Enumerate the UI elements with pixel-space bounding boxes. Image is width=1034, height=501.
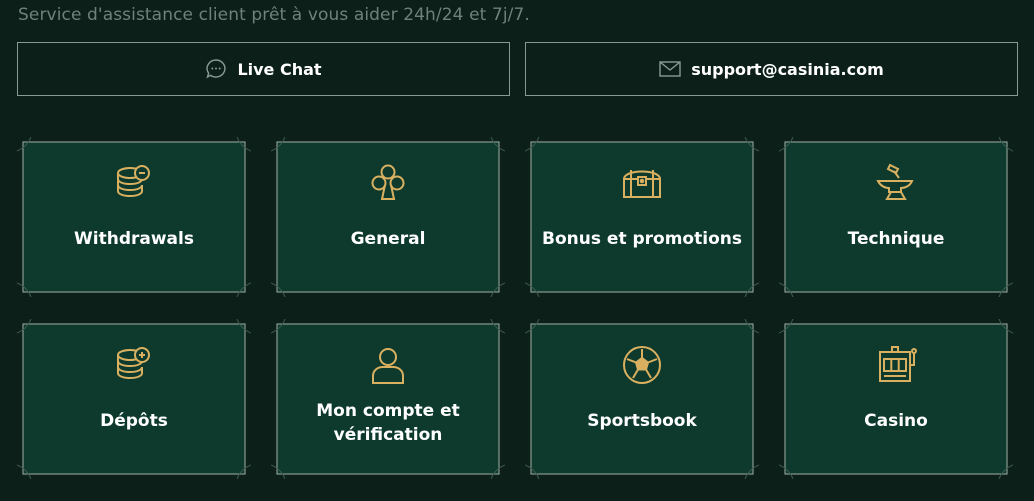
user-icon <box>271 345 505 389</box>
support-subtitle: Service d'assistance client prêt à vous … <box>18 5 530 25</box>
category-label: General <box>350 229 426 249</box>
category-card-general[interactable]: General <box>271 137 505 297</box>
chat-bubble-icon <box>205 58 227 80</box>
treasure-chest-icon <box>525 161 759 205</box>
category-card-withdrawals[interactable]: Withdrawals <box>17 137 251 297</box>
live-chat-button[interactable]: Live Chat <box>17 42 510 96</box>
category-card-account[interactable]: Mon compte et vérification <box>271 319 505 479</box>
category-label: Mon compte et vérification <box>279 399 497 447</box>
category-card-casino[interactable]: Casino <box>779 319 1013 479</box>
category-card-technique[interactable]: Technique <box>779 137 1013 297</box>
soccer-ball-icon <box>525 343 759 387</box>
email-support-button[interactable]: support@casinia.com <box>525 42 1018 96</box>
email-label: support@casinia.com <box>691 59 884 79</box>
category-label: Technique <box>847 229 945 249</box>
club-suit-icon <box>271 161 505 205</box>
coin-stack-plus-icon <box>17 343 251 387</box>
category-card-sportsbook[interactable]: Sportsbook <box>525 319 759 479</box>
category-label-line2: vérification <box>333 425 443 445</box>
category-label: Casino <box>864 411 928 431</box>
category-label-line1: Mon compte et <box>316 401 460 421</box>
slot-machine-icon <box>779 343 1013 387</box>
anvil-hammer-icon <box>779 161 1013 205</box>
live-chat-label: Live Chat <box>237 59 322 79</box>
envelope-icon <box>659 60 681 78</box>
category-card-deposits[interactable]: Dépôts <box>17 319 251 479</box>
coin-stack-minus-icon <box>17 161 251 205</box>
category-label: Withdrawals <box>74 229 194 249</box>
category-label: Dépôts <box>100 411 168 431</box>
category-label: Bonus et promotions <box>542 229 742 249</box>
category-card-bonus[interactable]: Bonus et promotions <box>525 137 759 297</box>
category-label: Sportsbook <box>587 411 697 431</box>
